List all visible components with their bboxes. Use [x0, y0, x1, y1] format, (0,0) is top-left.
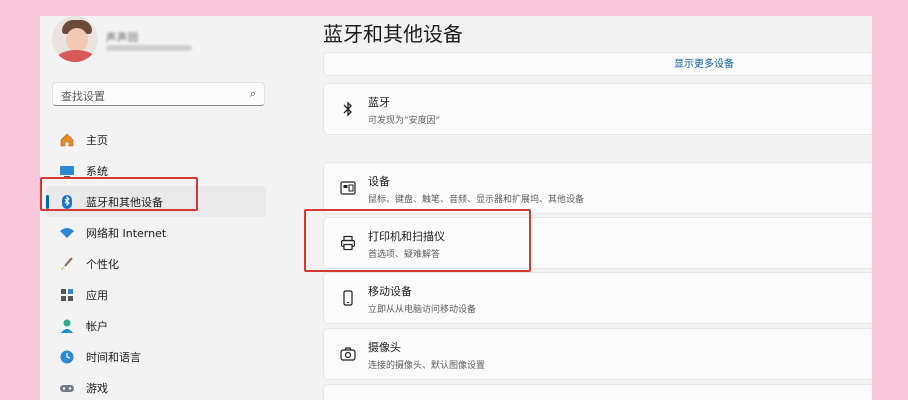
devices-row[interactable]: 设备 鼠标、键盘、触笔、音频、显示器和扩展坞、其他设备: [323, 162, 872, 214]
show-more-devices-link[interactable]: 显示更多设备: [674, 55, 734, 70]
page-title: 蓝牙和其他设备: [323, 22, 463, 46]
more-devices-card: [323, 52, 872, 76]
camera-icon: [338, 344, 358, 364]
row-title: 摄像头: [368, 341, 401, 354]
row-subtitle: 连接的摄像头、默认图像设置: [368, 361, 486, 371]
row-title: 移动设备: [368, 285, 412, 298]
annotation-box-printers: [304, 209, 531, 272]
devices-icon: [338, 178, 358, 198]
bluetooth-row[interactable]: 蓝牙 可发现为“安度因”: [323, 83, 872, 135]
row-subtitle: 鼠标、键盘、触笔、音频、显示器和扩展坞、其他设备: [368, 195, 585, 205]
bluetooth-icon: [338, 99, 358, 119]
row-subtitle: 立即从从电脑访问移动设备: [368, 305, 477, 315]
phone-icon: [338, 288, 358, 308]
next-row-partial: [323, 384, 872, 400]
mobile-devices-row[interactable]: 移动设备 立即从从电脑访问移动设备: [323, 272, 872, 324]
row-subtitle: 可发现为“安度因”: [368, 116, 441, 126]
row-title: 蓝牙: [368, 96, 390, 109]
row-title: 设备: [368, 175, 390, 188]
cameras-row[interactable]: 摄像头 连接的摄像头、默认图像设置: [323, 328, 872, 380]
main-pane: 蓝牙和其他设备 显示更多设备 蓝牙 可发现为“安度因” 设备 鼠标、键盘、触笔、…: [40, 16, 872, 400]
